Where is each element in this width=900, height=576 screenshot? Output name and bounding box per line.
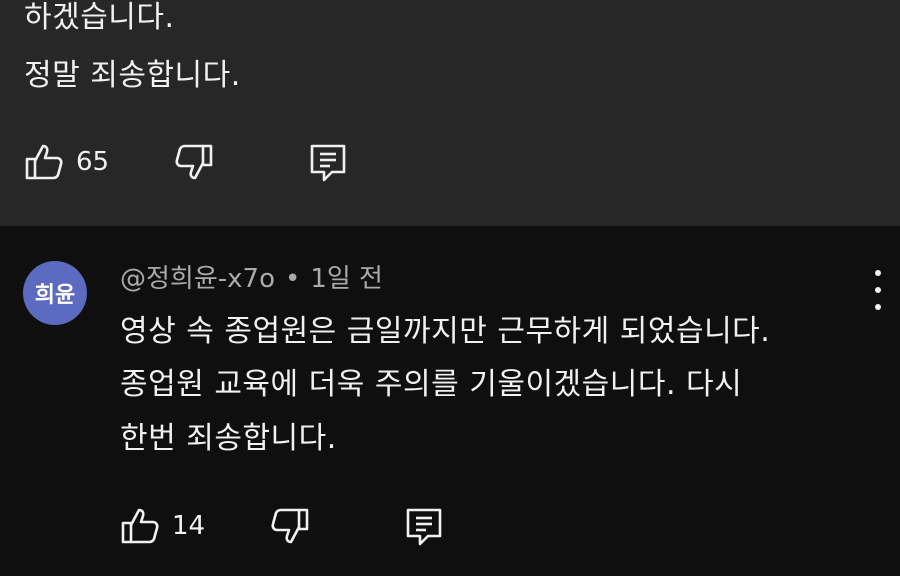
more-vertical-icon[interactable] (866, 270, 890, 310)
like-button[interactable]: 14 (120, 506, 205, 546)
meta-separator: • (284, 264, 301, 294)
comment-time: 1일 전 (310, 264, 383, 294)
reply-comment-icon (308, 142, 348, 184)
dislike-button[interactable] (174, 142, 214, 182)
avatar-initials: 희윤 (34, 283, 76, 308)
like-count: 65 (76, 147, 110, 177)
dislike-button[interactable] (270, 506, 310, 546)
thumbs-up-icon (120, 506, 160, 546)
comment-meta: @정희윤-x7o • 1일 전 (120, 263, 383, 295)
avatar[interactable]: 희윤 (23, 261, 87, 325)
thumbs-down-icon (174, 142, 214, 182)
comment-text-line: 한번 죄송합니다. (120, 421, 337, 456)
comment-text-line: 하겠습니다. (24, 0, 175, 35)
comment-text-line: 정말 죄송합니다. (24, 58, 241, 93)
comments-screen: 하겠습니다. 정말 죄송합니다. 65 희윤 @정희윤-x7o • 1일 전 영… (0, 0, 900, 576)
like-button[interactable]: 65 (24, 142, 109, 182)
thumbs-up-icon (24, 142, 64, 182)
reply-button[interactable] (308, 142, 348, 184)
thumbs-down-icon (270, 506, 310, 546)
comment-text-line: 종업원 교육에 더욱 주의를 기울이겠습니다. 다시 (120, 367, 743, 402)
comment-author[interactable]: @정희윤-x7o (120, 264, 275, 294)
like-count: 14 (172, 511, 206, 541)
previous-comment-card: 하겠습니다. 정말 죄송합니다. 65 (0, 0, 900, 226)
reply-button[interactable] (404, 506, 444, 548)
comment-text-line: 영상 속 종업원은 금일까지만 근무하게 되었습니다. (120, 314, 771, 349)
reply-comment-icon (404, 506, 444, 548)
